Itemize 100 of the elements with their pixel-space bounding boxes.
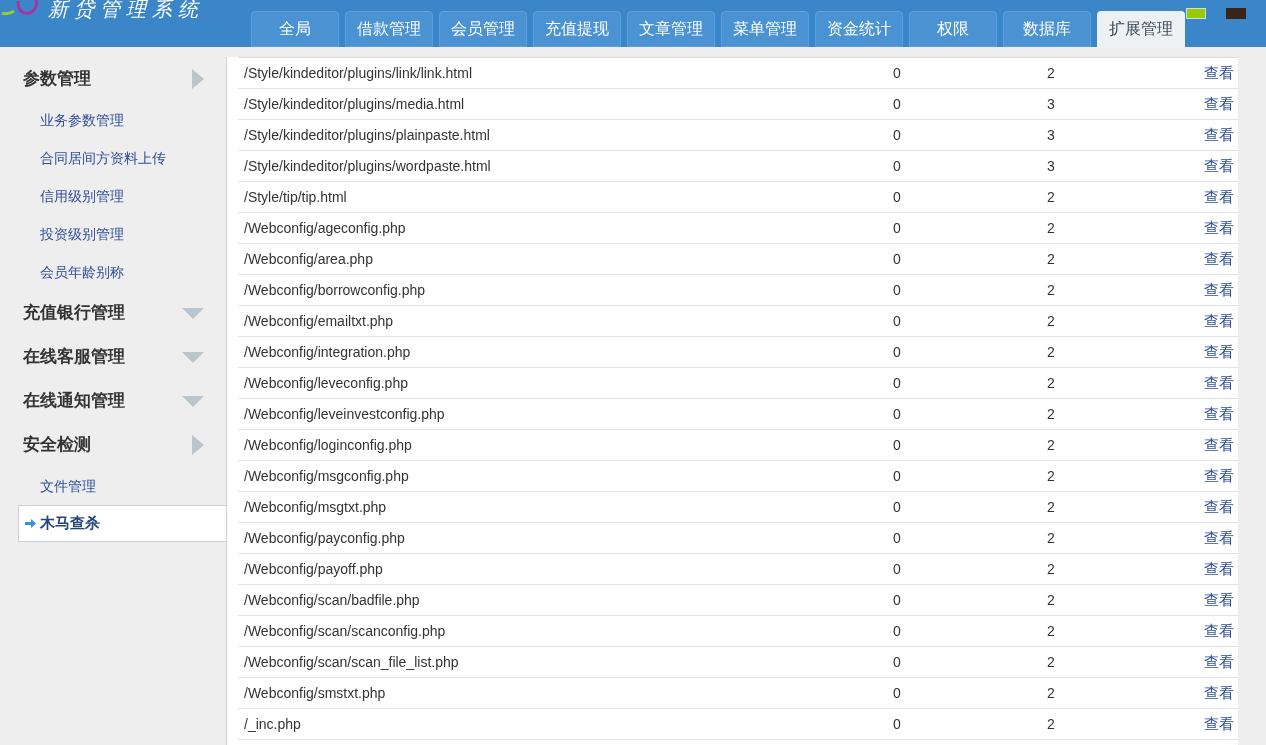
file-path-cell-text: /Style/kindeditor/plugins/link/link.html [243,63,473,83]
sidebar-item[interactable]: 合同居间方资料上传 [40,147,166,169]
file-path-cell-text: /Webconfig/smstxt.php [243,683,387,703]
table-cell-text: 0 [893,342,902,362]
file-path-cell-text: /Webconfig/leveconfig.php [243,373,409,393]
view-link[interactable]: 查看 [1204,61,1238,85]
arrow-right-icon [25,519,36,528]
view-link[interactable]: 查看 [1204,712,1238,736]
table-cell-text: 0 [893,652,902,672]
table-cell-text: 2 [1047,404,1056,424]
down-triangle-icon[interactable] [182,351,204,363]
table-cell-text: 2 [1047,280,1056,300]
sidebar-item[interactable]: 业务参数管理 [40,109,124,131]
file-path-cell-text: /_inc.php [243,714,302,734]
table-cell-text: 0 [893,466,902,486]
sidebar-group-title[interactable]: 安全检测 [23,432,91,458]
table-cell-text: 0 [893,559,902,579]
view-link[interactable]: 查看 [1204,588,1238,612]
table-cell-text: 3 [1047,125,1056,145]
table-cell-text: 0 [893,404,902,424]
down-triangle-icon[interactable] [182,307,204,319]
table-cell-text: 2 [1047,187,1056,207]
table-cell-text: 2 [1047,497,1056,517]
view-link[interactable]: 查看 [1204,185,1238,209]
sidebar-group-title[interactable]: 充值银行管理 [23,300,125,326]
view-link[interactable]: 查看 [1204,433,1238,457]
file-path-cell-text: /Webconfig/leveinvestconfig.php [243,404,446,424]
view-link[interactable]: 查看 [1204,123,1238,147]
view-link[interactable]: 查看 [1204,371,1238,395]
table-cell-text: 2 [1047,714,1056,734]
right-triangle-icon[interactable] [192,69,204,89]
down-triangle-icon[interactable] [182,395,204,407]
table-cell-text: 0 [893,528,902,548]
view-link[interactable]: 查看 [1204,650,1238,674]
view-link[interactable]: 查看 [1204,216,1238,240]
file-path-cell-text: /Style/kindeditor/plugins/media.html [243,94,466,114]
file-path-cell-text: /Webconfig/payconfig.php [243,528,406,548]
sidebar-item[interactable]: 投资级别管理 [40,223,124,245]
file-path-cell-text: /Webconfig/emailtxt.php [243,311,395,331]
sidebar-item[interactable]: 信用级别管理 [40,185,124,207]
table-cell-text: 0 [893,311,902,331]
table-cell-text: 2 [1047,342,1056,362]
table-cell-text: 0 [893,497,902,517]
table-cell-text: 2 [1047,590,1056,610]
table-cell-text: 3 [1047,94,1056,114]
table-cell-text: 2 [1047,311,1056,331]
view-link[interactable]: 查看 [1204,247,1238,271]
right-triangle-icon[interactable] [192,435,204,455]
table-cell-text: 2 [1047,528,1056,548]
table-cell-text: 0 [893,218,902,238]
table-cell-text: 2 [1047,373,1056,393]
file-path-cell-text: /Webconfig/msgtxt.php [243,497,388,517]
table-cell-text: 0 [893,63,902,83]
file-path-cell-text: /Style/tip/tip.html [243,187,348,207]
file-path-cell-text: /Webconfig/payoff.php [243,559,384,579]
table-cell-text: 0 [893,435,902,455]
sidebar-item[interactable]: 会员年龄别称 [40,261,124,283]
view-link[interactable]: 查看 [1204,340,1238,364]
view-link[interactable]: 查看 [1204,309,1238,333]
table-cell-text: 0 [893,125,902,145]
file-path-cell-text: /Webconfig/integration.php [243,342,412,362]
view-link[interactable]: 查看 [1204,92,1238,116]
table-cell-text: 2 [1047,63,1056,83]
file-path-cell-text: /Webconfig/ageconfig.php [243,218,407,238]
view-link[interactable]: 查看 [1204,278,1238,302]
nav-tab[interactable]: 扩展管理 [1097,11,1185,47]
view-link[interactable]: 查看 [1204,154,1238,178]
file-path-cell-text: /Webconfig/msgconfig.php [243,466,410,486]
file-path-cell-text: /Webconfig/scan/scanconfig.php [243,621,447,641]
sidebar-group-title[interactable]: 在线通知管理 [23,388,125,414]
view-link[interactable]: 查看 [1204,557,1238,581]
sidebar-item[interactable]: 文件管理 [40,475,96,497]
table-cell-text: 0 [893,94,902,114]
table-cell-text: 0 [893,187,902,207]
file-path-cell-text: /Webconfig/area.php [243,249,374,269]
file-path-cell-text: /Webconfig/loginconfig.php [243,435,413,455]
sidebar-group-title[interactable]: 参数管理 [23,66,91,92]
table-cell-text: 2 [1047,652,1056,672]
theme-swatch[interactable] [1186,8,1206,19]
table-cell-text: 2 [1047,683,1056,703]
view-link[interactable]: 查看 [1204,495,1238,519]
sidebar-group-title[interactable]: 在线客服管理 [23,344,125,370]
view-link[interactable]: 查看 [1204,619,1238,643]
table-cell-text: 3 [1047,156,1056,176]
view-link[interactable]: 查看 [1204,526,1238,550]
table-cell-text: 2 [1047,621,1056,641]
theme-swatch[interactable] [1226,8,1246,19]
view-link[interactable]: 查看 [1204,464,1238,488]
table-cell-text: 2 [1047,435,1056,455]
file-path-cell-text: /Style/kindeditor/plugins/wordpaste.html [243,156,492,176]
file-path-cell-text: /Webconfig/borrowconfig.php [243,280,427,300]
table-cell-text: 2 [1047,249,1056,269]
table-cell-text: 2 [1047,466,1056,486]
file-path-cell-text: /Webconfig/scan/scan_file_list.php [243,652,460,672]
view-link[interactable]: 查看 [1204,681,1238,705]
sidebar-item[interactable]: 木马查杀 [18,505,226,542]
table-cell-text: 0 [893,249,902,269]
file-path-cell-text: /Style/kindeditor/plugins/plainpaste.html [243,125,491,145]
view-link[interactable]: 查看 [1204,402,1238,426]
table-cell-text: 0 [893,590,902,610]
